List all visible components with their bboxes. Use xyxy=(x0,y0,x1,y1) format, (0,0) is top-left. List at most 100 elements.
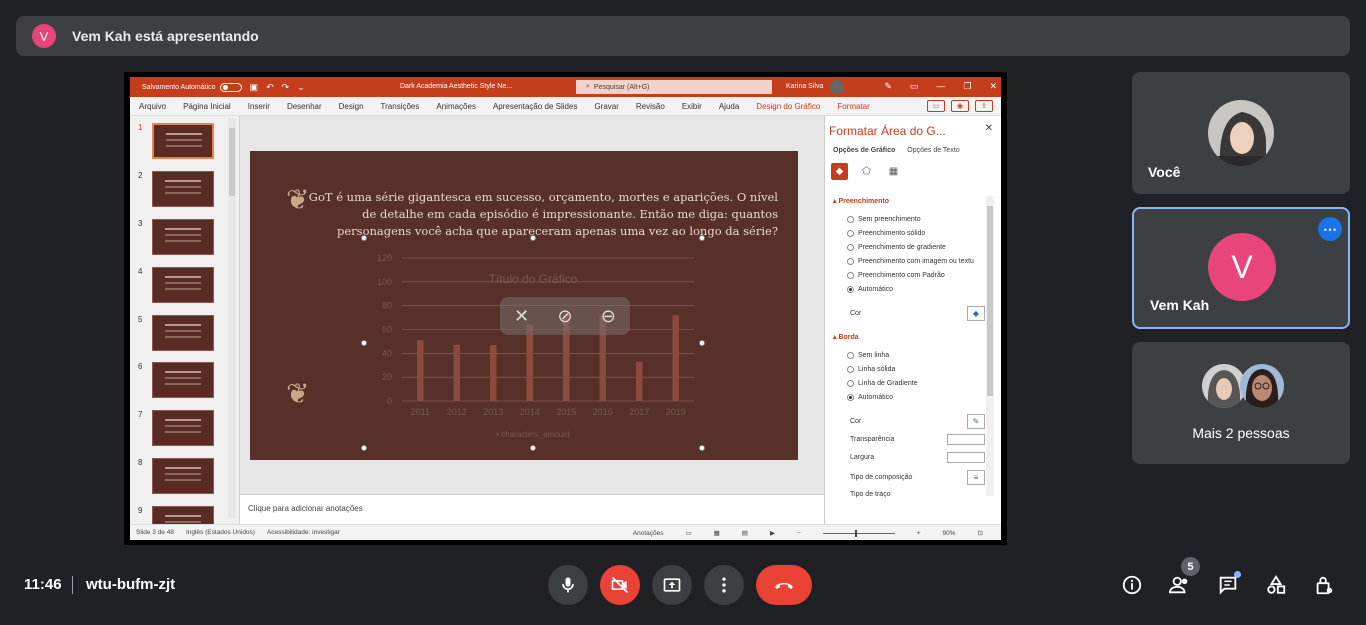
zoom-level[interactable]: 90% xyxy=(943,530,956,537)
chart-title[interactable]: Título do Gráfico xyxy=(364,272,702,286)
border-color-picker[interactable]: ✎ xyxy=(967,414,985,429)
fill-section-header[interactable]: ▴ Preenchimento xyxy=(833,197,889,205)
slide-thumb[interactable]: 3 xyxy=(138,219,230,257)
tab-design[interactable]: Design xyxy=(339,102,364,111)
restore-icon[interactable]: ❐ xyxy=(963,81,971,92)
leave-call-button[interactable] xyxy=(756,565,812,605)
resize-handle[interactable] xyxy=(530,445,536,451)
tab-animacoes[interactable]: Animações xyxy=(436,102,476,111)
slide[interactable]: ❦ ❦ GoT é uma série gigantesca em sucess… xyxy=(250,151,798,460)
resize-handle[interactable] xyxy=(361,445,367,451)
language-status[interactable]: Inglês (Estados Unidos) xyxy=(186,529,255,536)
unpin-icon[interactable]: ✕ xyxy=(514,306,529,327)
zoom-slider[interactable] xyxy=(822,529,895,537)
resize-handle[interactable] xyxy=(530,235,536,241)
participant-tile-presenter[interactable]: V ⋯ Vem Kah xyxy=(1132,207,1350,329)
tab-arquivo[interactable]: Arquivo xyxy=(139,102,166,111)
tab-apresentacao[interactable]: Apresentação de Slides xyxy=(493,102,578,111)
mute-icon[interactable]: ⊘ xyxy=(557,306,572,327)
tab-pagina-inicial[interactable]: Página Inicial xyxy=(183,102,231,111)
undo-icon[interactable]: ↶ xyxy=(266,82,274,93)
chart[interactable]: 0 20 40 60 80 100 120 2011 2012 2013 2014 2015 2016 2… xyxy=(361,235,705,451)
redo-icon[interactable]: ↷ xyxy=(282,82,290,93)
comments-icon[interactable]: ▭ xyxy=(927,100,945,112)
chat-button[interactable] xyxy=(1215,572,1241,598)
search-input[interactable]: ⌕ Pesquisar (Alt+G) xyxy=(576,80,772,94)
zoom-out-icon[interactable]: − xyxy=(797,530,801,537)
reading-view-icon[interactable]: ▤ xyxy=(742,529,748,537)
accessibility-status[interactable]: Acessibilidade: investigar xyxy=(267,529,340,536)
normal-view-icon[interactable]: ▭ xyxy=(685,529,691,537)
border-section-header[interactable]: ▴ Borda xyxy=(833,333,859,341)
tab-design-grafico[interactable]: Design do Gráfico xyxy=(756,102,820,111)
people-button[interactable] xyxy=(1167,572,1193,598)
zoom-in-icon[interactable]: + xyxy=(917,530,921,537)
more-options-icon[interactable]: ⋯ xyxy=(1318,217,1342,241)
save-icon[interactable]: ▣ xyxy=(250,82,259,93)
slideshow-icon[interactable]: ▶ xyxy=(770,529,775,537)
tab-formatar[interactable]: Formatar xyxy=(837,102,869,111)
size-properties-icon[interactable]: ▦ xyxy=(885,163,902,180)
effects-icon[interactable]: ⬠ xyxy=(858,163,875,180)
resize-handle[interactable] xyxy=(699,235,705,241)
tab-gravar[interactable]: Gravar xyxy=(594,102,618,111)
microphone-button[interactable] xyxy=(548,565,588,605)
meeting-info-button[interactable] xyxy=(1119,572,1145,598)
notes-toggle[interactable]: Anotações xyxy=(633,530,664,537)
resize-handle[interactable] xyxy=(699,340,705,346)
resize-handle[interactable] xyxy=(699,445,705,451)
slide-thumb[interactable]: 2 xyxy=(138,171,230,209)
fill-option[interactable]: Preenchimento de gradiente xyxy=(847,244,946,251)
sorter-view-icon[interactable]: ▦ xyxy=(714,529,720,537)
host-controls-button[interactable] xyxy=(1311,572,1337,598)
slide-thumb[interactable]: 4 xyxy=(138,267,230,305)
present-screen-button[interactable] xyxy=(652,565,692,605)
thumbnail-scrollbar[interactable] xyxy=(228,118,236,518)
border-option[interactable]: Linha sólida xyxy=(847,366,895,373)
fill-option[interactable]: Preenchimento com imagem ou textu xyxy=(847,258,974,265)
close-icon[interactable]: ✕ xyxy=(985,123,993,134)
slide-thumb[interactable]: 8 xyxy=(138,458,230,496)
more-options-button[interactable] xyxy=(704,565,744,605)
ribbon-display-icon[interactable]: ▭ xyxy=(910,81,919,92)
transparency-field[interactable] xyxy=(947,434,985,445)
meeting-code[interactable]: wtu-bufm-zjt xyxy=(86,576,175,593)
autosave-toggle[interactable] xyxy=(219,82,242,92)
border-option[interactable]: Linha de Gradiente xyxy=(847,380,918,387)
tab-desenhar[interactable]: Desenhar xyxy=(287,102,322,111)
document-title[interactable]: Dark Academia Aesthetic Style Ne... xyxy=(400,83,512,90)
pane-scrollbar[interactable] xyxy=(986,196,994,496)
share-icon[interactable]: ⇧ xyxy=(975,100,993,112)
slide-thumb[interactable]: 7 xyxy=(138,410,230,448)
minimize-icon[interactable]: — xyxy=(936,81,945,92)
tab-text-options[interactable]: Opções de Texto xyxy=(907,147,959,154)
remove-icon[interactable]: ⊖ xyxy=(601,306,616,327)
border-option[interactable]: Automático xyxy=(847,394,893,401)
fill-option[interactable]: Automático xyxy=(847,286,893,293)
participant-tile-more[interactable]: Mais 2 pessoas xyxy=(1132,342,1350,464)
width-field[interactable] xyxy=(947,452,985,463)
resize-handle[interactable] xyxy=(361,340,367,346)
slide-thumb[interactable]: 5 xyxy=(138,315,230,353)
fill-option[interactable]: Preenchimento com Padrão xyxy=(847,272,945,279)
fill-color-picker[interactable]: ◆ xyxy=(967,306,985,321)
tab-inserir[interactable]: Inserir xyxy=(248,102,270,111)
tab-revisao[interactable]: Revisão xyxy=(636,102,665,111)
tab-exibir[interactable]: Exibir xyxy=(682,102,702,111)
user-avatar[interactable] xyxy=(830,80,844,94)
tab-transicoes[interactable]: Transições xyxy=(381,102,420,111)
compound-type-dropdown[interactable]: ≡ xyxy=(967,470,985,485)
activities-button[interactable] xyxy=(1263,572,1289,598)
fit-slide-icon[interactable]: ⊡ xyxy=(978,529,983,537)
tab-chart-options[interactable]: Opções de Gráfico xyxy=(833,147,895,154)
fill-line-icon[interactable]: ◆ xyxy=(831,163,848,180)
close-icon[interactable]: ✕ xyxy=(989,81,997,92)
record-icon[interactable]: ◉ xyxy=(951,100,969,112)
resize-handle[interactable] xyxy=(361,235,367,241)
notes-area[interactable]: Clique para adicionar anotações xyxy=(240,494,824,524)
participant-tile-you[interactable]: Você xyxy=(1132,72,1350,194)
fill-option[interactable]: Preenchimento sólido xyxy=(847,230,925,237)
slide-thumb[interactable]: 1 xyxy=(138,123,230,161)
tab-ajuda[interactable]: Ajuda xyxy=(719,102,739,111)
border-option[interactable]: Sem linha xyxy=(847,352,889,359)
